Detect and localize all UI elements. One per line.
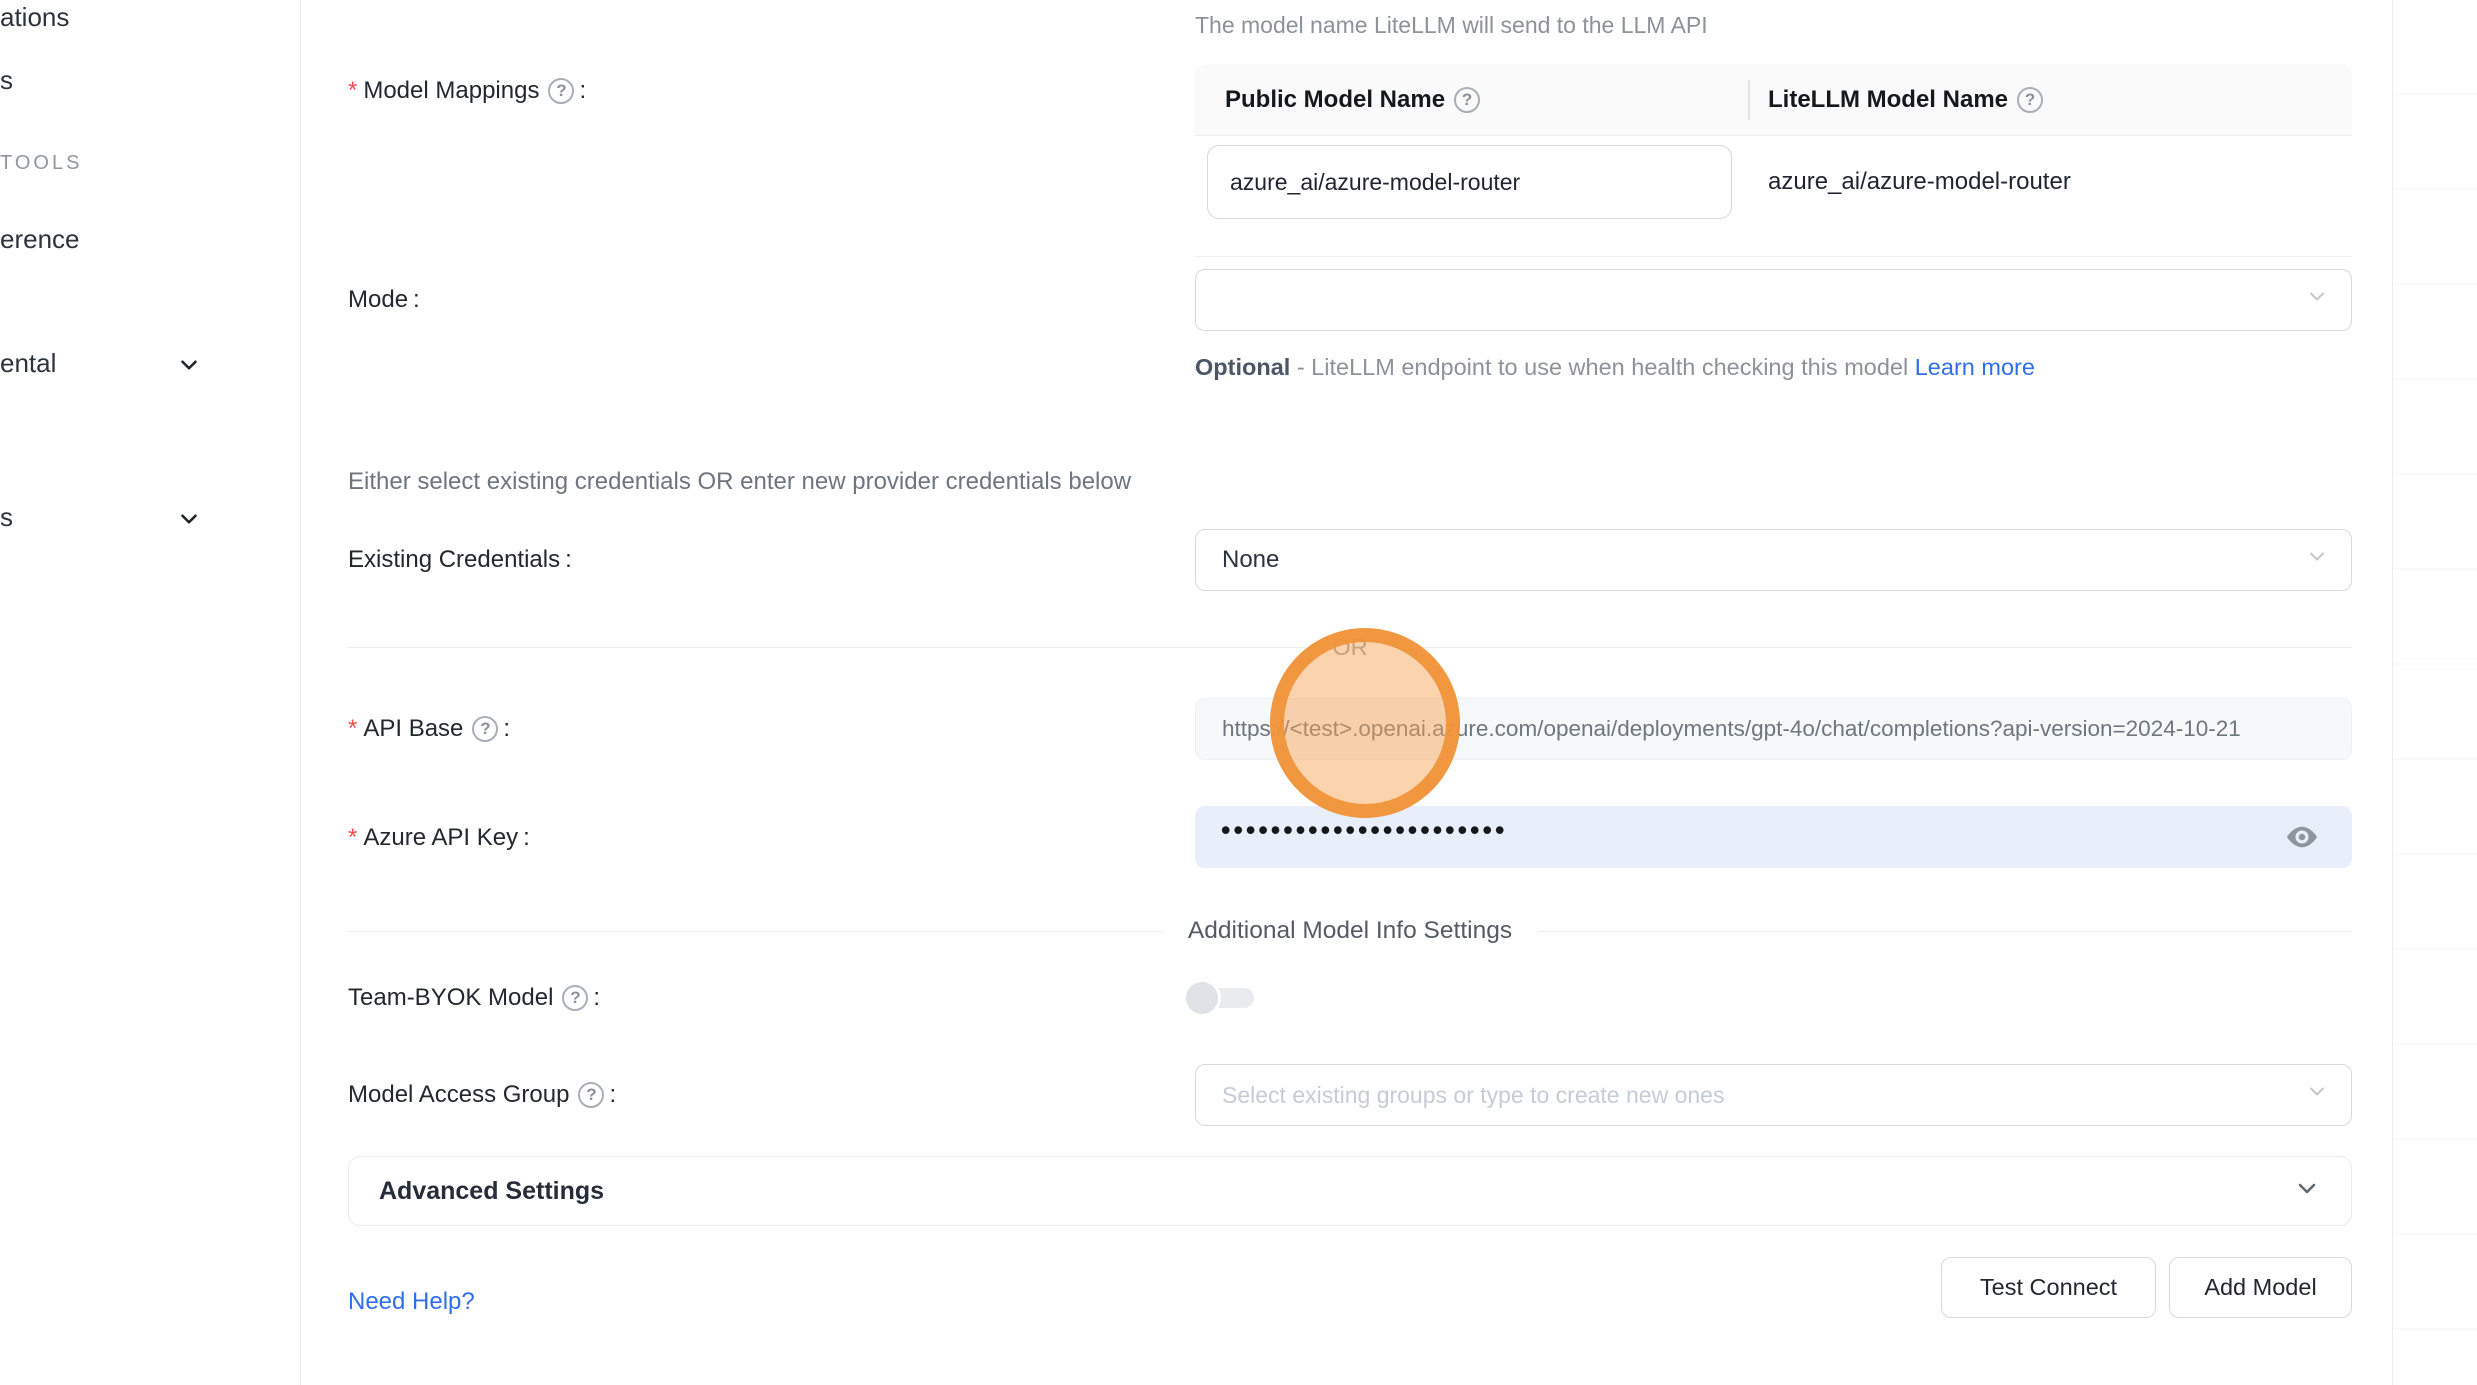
chevron-down-icon [2305,545,2329,576]
label-colon [593,982,600,1014]
need-help-link[interactable]: Need Help? [348,1288,475,1316]
chevron-down-icon [2305,1080,2329,1111]
hint-lead: Optional [1195,354,1290,380]
label-colon [579,75,586,107]
hint-body: - LiteLLM endpoint to use when health ch… [1290,354,1914,380]
help-icon[interactable] [562,985,588,1011]
help-icon[interactable] [1454,87,1480,113]
divider-line [348,647,1306,648]
form-card-right-border [2392,0,2393,1385]
chevron-down-icon[interactable] [176,506,202,537]
masked-api-key: ••••••••••••••••••••••• [1221,820,1507,854]
sidebar-item-2[interactable]: s [0,63,13,97]
required-asterisk [348,822,357,854]
sidebar-section-tools: TOOLS [0,149,82,177]
mode-label: Mode [348,284,420,316]
sidebar-item-experimental[interactable]: ental [0,346,56,380]
eye-icon[interactable] [2282,820,2322,854]
column-header-public-model-name: Public Model Name [1195,86,1748,114]
litellm-model-name-note: The model name LiteLLM will send to the … [1195,10,1708,40]
model-mappings-label: Model Mappings [348,75,586,107]
toggle-thumb [1186,982,1218,1014]
label-colon [413,284,420,316]
azure-api-key-label: Azure API Key [348,822,530,854]
divider-line [348,931,1162,932]
page-right-gutter [2393,0,2477,1385]
table-row: azure_ai/azure-model-router [1195,136,2352,257]
help-icon[interactable] [472,716,498,742]
existing-credentials-label: Existing Credentials [348,544,572,576]
add-model-button[interactable]: Add Model [2169,1257,2352,1318]
api-base-input[interactable]: https://<test>.openai.azure.com/openai/d… [1195,698,2352,760]
or-divider-text: OR [1332,634,1367,661]
sidebar-divider [300,0,301,1385]
chevron-down-icon [2293,1175,2321,1208]
sidebar-item-inference[interactable]: erence [0,222,80,256]
model-access-group-label: Model Access Group [348,1079,616,1111]
or-divider: OR [348,634,2352,661]
team-byok-label: Team-BYOK Model [348,982,600,1014]
chevron-down-icon[interactable] [176,352,202,383]
label-colon [503,713,510,745]
additional-info-divider-text: Additional Model Info Settings [1188,917,1512,945]
column-header-litellm-model-name: LiteLLM Model Name [1748,86,2043,114]
label-colon [609,1079,616,1111]
label-colon [523,822,530,854]
model-mappings-table: Public Model Name LiteLLM Model Name azu… [1195,64,2352,257]
team-byok-toggle[interactable] [1186,981,1256,1015]
model-mappings-table-header: Public Model Name LiteLLM Model Name [1195,64,2352,136]
chevron-down-icon [2305,285,2329,316]
api-base-label: API Base [348,713,510,745]
divider-line [1538,931,2352,932]
help-icon[interactable] [548,78,574,104]
mode-select[interactable] [1195,269,2352,331]
test-connect-button[interactable]: Test Connect [1941,1257,2156,1318]
label-colon [565,544,572,576]
help-icon[interactable] [578,1082,604,1108]
divider-line [1394,647,2352,648]
select-placeholder: Select existing groups or type to create… [1222,1082,1724,1109]
public-model-name-input[interactable] [1207,145,1732,219]
advanced-settings-title: Advanced Settings [379,1177,604,1206]
azure-api-key-input[interactable]: ••••••••••••••••••••••• [1195,806,2352,868]
existing-credentials-select[interactable]: None [1195,529,2352,591]
additional-info-divider: Additional Model Info Settings [348,917,2352,945]
litellm-model-name-value: azure_ai/azure-model-router [1768,136,2071,228]
credentials-note: Either select existing credentials OR en… [348,467,1131,497]
mode-hint-text: Optional - LiteLLM endpoint to use when … [1195,347,2035,387]
help-icon[interactable] [2017,87,2043,113]
learn-more-link[interactable]: Learn more [1915,354,2035,380]
required-asterisk [348,75,357,107]
header-separator [1748,80,1750,120]
sidebar-item-settings[interactable]: s [0,500,13,534]
sidebar-item-organizations[interactable]: ations [0,0,69,34]
advanced-settings-panel[interactable]: Advanced Settings [348,1156,2352,1226]
model-access-group-select[interactable]: Select existing groups or type to create… [1195,1064,2352,1126]
required-asterisk [348,713,357,745]
